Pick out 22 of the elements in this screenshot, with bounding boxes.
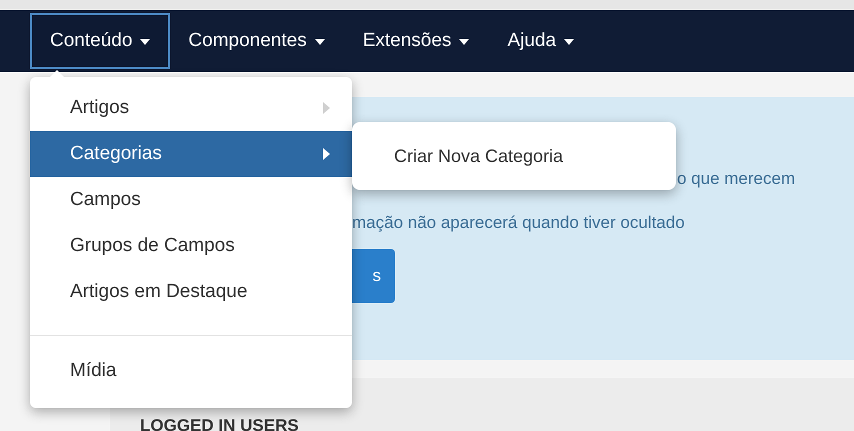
caret-icon xyxy=(564,39,574,45)
nav-menu-item[interactable]: Ajuda xyxy=(487,13,594,69)
menu-item-label: Categorias xyxy=(70,143,162,165)
panel-title: LOGGED IN USERS xyxy=(139,416,299,431)
menu-item[interactable]: Categorias xyxy=(30,131,352,177)
menu-item-label: Artigos xyxy=(70,97,130,119)
menu-item[interactable]: Campos xyxy=(30,177,352,223)
menu-item-label: Artigos em Destaque xyxy=(70,281,248,303)
nav-menu-item[interactable]: Extensões xyxy=(342,13,490,69)
caret-icon xyxy=(140,39,150,45)
menu-item[interactable]: Artigos xyxy=(30,85,352,131)
alert-text: mação não aparecerá quando tiver ocultado xyxy=(352,213,685,233)
menu-item[interactable]: Criar Nova Categoria xyxy=(352,146,564,166)
menu-item-label: Mídia xyxy=(70,360,116,382)
menu-item-label: Grupos de Campos xyxy=(70,235,235,257)
menu-item[interactable]: Mídia xyxy=(30,348,352,394)
caret-icon xyxy=(314,39,325,45)
menu-item-label: Campos xyxy=(70,189,141,211)
alert-text: o que merecem xyxy=(677,169,796,189)
nav-menu-item[interactable]: Componentes xyxy=(168,13,345,69)
caret-icon xyxy=(459,39,470,45)
nav-menu-item[interactable]: Conteúdo xyxy=(30,13,170,69)
